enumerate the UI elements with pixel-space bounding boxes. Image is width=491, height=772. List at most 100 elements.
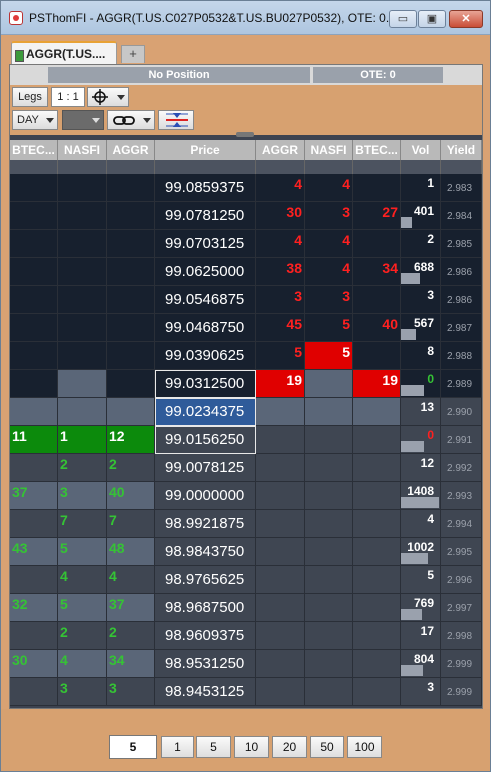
legs-button[interactable]: Legs — [12, 87, 48, 107]
ask-nasfi-cell[interactable] — [305, 678, 353, 706]
bid-aggr-cell[interactable]: 4 — [107, 566, 155, 594]
bid-nasfi-cell[interactable] — [58, 230, 107, 258]
price-cell[interactable]: 98.9843750 — [155, 538, 256, 566]
maximize-button[interactable]: ▣ — [418, 10, 446, 28]
minimize-button[interactable]: ▭ — [389, 10, 417, 28]
bid-btec-cell[interactable] — [10, 398, 58, 426]
bid-nasfi-cell[interactable]: 2 — [58, 622, 107, 650]
bid-btec-cell[interactable]: 30 — [10, 650, 58, 678]
ask-aggr-cell[interactable]: 30 — [256, 202, 305, 230]
col-header-yield[interactable]: Yield — [441, 140, 482, 160]
ask-btec-cell[interactable]: 19 — [353, 370, 401, 398]
bid-btec-cell[interactable] — [10, 566, 58, 594]
col-header-ask-nasfi[interactable]: NASFI — [305, 140, 353, 160]
ask-btec-cell[interactable] — [353, 454, 401, 482]
ask-btec-cell[interactable] — [353, 230, 401, 258]
price-cell[interactable]: 99.0468750 — [155, 314, 256, 342]
bid-aggr-cell[interactable] — [107, 342, 155, 370]
bid-nasfi-cell[interactable]: 5 — [58, 538, 107, 566]
price-cell[interactable]: 98.9765625 — [155, 566, 256, 594]
price-cell[interactable]: 99.0156250 — [155, 426, 256, 454]
bid-nasfi-cell[interactable]: 4 — [58, 566, 107, 594]
close-button[interactable]: ✕ — [449, 10, 483, 28]
price-cell[interactable]: 99.0625000 — [155, 258, 256, 286]
bid-nasfi-cell[interactable]: 1 — [58, 426, 107, 454]
price-cell[interactable]: 99.0078125 — [155, 454, 256, 482]
account-dropdown[interactable] — [62, 110, 104, 130]
ask-aggr-cell[interactable]: 5 — [256, 342, 305, 370]
ask-nasfi-cell[interactable] — [305, 454, 353, 482]
bid-btec-cell[interactable] — [10, 202, 58, 230]
bid-nasfi-cell[interactable]: 5 — [58, 594, 107, 622]
ask-aggr-cell[interactable] — [256, 678, 305, 706]
add-tab-button[interactable]: + — [121, 45, 145, 63]
ask-btec-cell[interactable] — [353, 678, 401, 706]
ask-btec-cell[interactable] — [353, 398, 401, 426]
qty-preset-20-button[interactable]: 20 — [272, 736, 307, 758]
ask-nasfi-cell[interactable] — [305, 594, 353, 622]
ask-btec-cell[interactable] — [353, 538, 401, 566]
ask-btec-cell[interactable] — [353, 650, 401, 678]
bid-nasfi-cell[interactable] — [58, 398, 107, 426]
bid-aggr-cell[interactable] — [107, 370, 155, 398]
quantity-input[interactable]: 5 — [109, 735, 157, 759]
bid-btec-cell[interactable] — [10, 370, 58, 398]
ask-aggr-cell[interactable] — [256, 566, 305, 594]
ask-btec-cell[interactable] — [353, 426, 401, 454]
ask-aggr-cell[interactable]: 45 — [256, 314, 305, 342]
bid-aggr-cell[interactable] — [107, 230, 155, 258]
price-cell[interactable]: 99.0312500 — [155, 370, 256, 398]
bid-aggr-cell[interactable]: 12 — [107, 426, 155, 454]
col-header-bid-aggr[interactable]: AGGR — [107, 140, 155, 160]
bid-nasfi-cell[interactable] — [58, 342, 107, 370]
col-header-ask-btec[interactable]: BTEC... — [353, 140, 401, 160]
center-ladder-button[interactable] — [158, 110, 194, 130]
bid-aggr-cell[interactable] — [107, 314, 155, 342]
bid-aggr-cell[interactable]: 3 — [107, 678, 155, 706]
bid-btec-cell[interactable] — [10, 314, 58, 342]
bid-btec-cell[interactable] — [10, 622, 58, 650]
ask-aggr-cell[interactable]: 4 — [256, 230, 305, 258]
ask-aggr-cell[interactable] — [256, 650, 305, 678]
price-cell[interactable]: 98.9921875 — [155, 510, 256, 538]
ask-btec-cell[interactable]: 27 — [353, 202, 401, 230]
bid-btec-cell[interactable] — [10, 510, 58, 538]
ask-btec-cell[interactable] — [353, 510, 401, 538]
ask-nasfi-cell[interactable]: 4 — [305, 258, 353, 286]
ask-btec-cell[interactable]: 34 — [353, 258, 401, 286]
bid-nasfi-cell[interactable]: 2 — [58, 454, 107, 482]
ask-nasfi-cell[interactable]: 5 — [305, 342, 353, 370]
ask-aggr-cell[interactable]: 4 — [256, 174, 305, 202]
ask-aggr-cell[interactable] — [256, 454, 305, 482]
ask-nasfi-cell[interactable] — [305, 650, 353, 678]
bid-aggr-cell[interactable]: 2 — [107, 454, 155, 482]
ratio-field[interactable]: 1 : 1 — [51, 87, 85, 107]
ask-aggr-cell[interactable] — [256, 538, 305, 566]
bid-aggr-cell[interactable]: 40 — [107, 482, 155, 510]
bid-nasfi-cell[interactable]: 3 — [58, 678, 107, 706]
bid-btec-cell[interactable] — [10, 286, 58, 314]
bid-btec-cell[interactable]: 43 — [10, 538, 58, 566]
bid-btec-cell[interactable] — [10, 342, 58, 370]
ask-nasfi-cell[interactable] — [305, 566, 353, 594]
price-cell[interactable]: 98.9531250 — [155, 650, 256, 678]
bid-btec-cell[interactable] — [10, 678, 58, 706]
qty-preset-50-button[interactable]: 50 — [310, 736, 344, 758]
bid-nasfi-cell[interactable]: 4 — [58, 650, 107, 678]
qty-preset-10-button[interactable]: 10 — [234, 736, 269, 758]
ask-aggr-cell[interactable]: 19 — [256, 370, 305, 398]
ask-btec-cell[interactable] — [353, 482, 401, 510]
ask-btec-cell[interactable] — [353, 566, 401, 594]
qty-preset-100-button[interactable]: 100 — [347, 736, 382, 758]
bid-btec-cell[interactable]: 11 — [10, 426, 58, 454]
ask-aggr-cell[interactable] — [256, 594, 305, 622]
bid-aggr-cell[interactable] — [107, 174, 155, 202]
ask-btec-cell[interactable] — [353, 174, 401, 202]
bid-btec-cell[interactable] — [10, 174, 58, 202]
bid-nasfi-cell[interactable] — [58, 174, 107, 202]
splitter-handle[interactable] — [236, 132, 254, 137]
ask-nasfi-cell[interactable]: 3 — [305, 202, 353, 230]
ask-aggr-cell[interactable] — [256, 482, 305, 510]
ask-aggr-cell[interactable] — [256, 426, 305, 454]
bid-nasfi-cell[interactable]: 7 — [58, 510, 107, 538]
